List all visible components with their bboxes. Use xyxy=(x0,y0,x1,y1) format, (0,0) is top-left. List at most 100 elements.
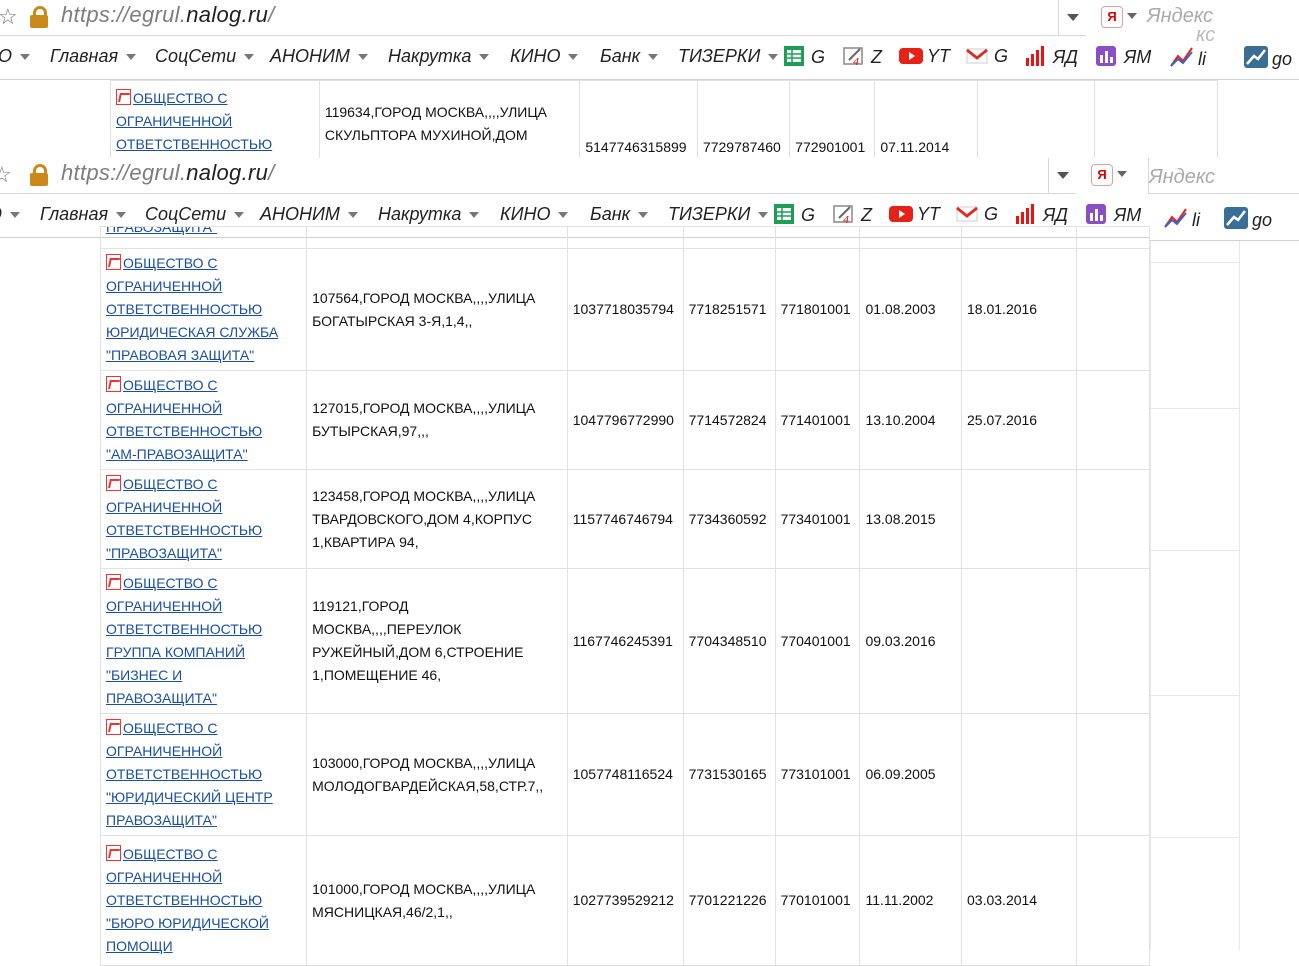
bookmark-folder[interactable]: Банк xyxy=(600,46,659,67)
company-link[interactable]: ОБЩЕСТВО С xyxy=(123,255,218,271)
company-link[interactable]: "БЮРО ЮРИДИЧЕСКОЙ xyxy=(106,915,269,931)
company-link[interactable]: ОТВЕТСТВЕННОСТЬЮ xyxy=(106,522,262,538)
url-history-dropdown[interactable] xyxy=(1058,0,1087,35)
company-link[interactable]: ОГРАНИЧЕННОЙ xyxy=(106,499,222,515)
bookmark-folder[interactable]: Банк xyxy=(590,204,649,225)
bookmark-youtube[interactable]: YT xyxy=(889,204,940,225)
pdf-icon[interactable] xyxy=(106,376,121,392)
company-link-line[interactable]: ОГРАНИЧЕННОЙ xyxy=(116,113,232,129)
bookmark-star-icon[interactable]: ☆ xyxy=(0,4,18,30)
bookmark-edit[interactable]: 4Z xyxy=(833,204,872,226)
chevron-down-icon[interactable] xyxy=(1127,13,1137,19)
company-link[interactable]: ОГРАНИЧЕННОЙ xyxy=(106,278,222,294)
pdf-icon[interactable] xyxy=(106,574,121,590)
url-text[interactable]: https://egrul.nalog.ru/ xyxy=(61,160,275,186)
pdf-icon[interactable] xyxy=(116,89,131,105)
company-link[interactable]: ЮРИДИЧЕСКАЯ СЛУЖБА xyxy=(106,324,278,340)
bookmark-folder[interactable]: АНОНИМ xyxy=(260,204,358,225)
bookmark-liveinternet[interactable]: li xyxy=(1170,46,1206,70)
company-link[interactable]: ОГРАНИЧЕННОЙ xyxy=(106,400,222,416)
company-link[interactable]: ГРУППА КОМПАНИЙ xyxy=(106,644,245,660)
chevron-down-icon[interactable] xyxy=(1117,171,1127,177)
bookmark-folder[interactable]: КИНО xyxy=(510,46,579,67)
company-link[interactable]: ОГРАНИЧЕННОЙ xyxy=(106,869,222,885)
company-link[interactable]: ПРАВОЗАЩИТА" xyxy=(106,812,217,828)
bookmark-label: G xyxy=(811,47,826,67)
bar-chart-icon xyxy=(1025,46,1047,66)
company-link[interactable]: ОБЩЕСТВО С xyxy=(123,377,218,393)
bookmark-folder[interactable]: О xyxy=(0,46,31,67)
bookmark-folder[interactable]: ТИЗЕРКИ xyxy=(678,46,779,67)
pdf-icon[interactable] xyxy=(106,254,121,270)
search-box[interactable]: Я xyxy=(1087,158,1150,193)
bookmark-star-icon[interactable]: ☆ xyxy=(0,162,12,188)
bookmark-analytics[interactable]: go xyxy=(1224,207,1272,231)
company-link[interactable]: "ПРАВОВАЯ ЗАЩИТА" xyxy=(106,347,254,363)
company-link[interactable]: ОБЩЕСТВО С xyxy=(133,90,228,106)
bookmark-folder[interactable]: Накрутка xyxy=(388,46,490,67)
bookmark-folder[interactable]: Накрутка xyxy=(378,204,480,225)
company-link[interactable]: ОТВЕТСТВЕННОСТЬЮ xyxy=(106,301,262,317)
bookmark-metrika[interactable]: ЯМ xyxy=(1086,204,1141,226)
pdf-icon[interactable] xyxy=(106,845,121,861)
address-bar[interactable]: ☆ https://egrul.nalog.ru/ xyxy=(0,158,1076,194)
bookmark-folder[interactable]: ТИЗЕРКИ xyxy=(668,204,769,225)
extra-cell xyxy=(1076,568,1150,714)
inn-cell: 7731530165 xyxy=(682,713,776,836)
pdf-icon[interactable] xyxy=(106,719,121,735)
bookmark-metrika[interactable]: ЯМ xyxy=(1096,46,1151,68)
gmail-icon xyxy=(966,47,988,67)
bookmark-label: G xyxy=(994,46,1009,66)
bookmark-google-sheets[interactable]: G xyxy=(773,204,815,226)
bookmark-youtube[interactable]: YT xyxy=(899,46,950,67)
address-cell: 123458,ГОРОД МОСКВА,,,,УЛИЦА ТВАРДОВСКОГО… xyxy=(306,469,568,569)
company-link[interactable]: "ЮРИДИЧЕСКИЙ ЦЕНТР xyxy=(106,789,273,805)
bookmark-analytics[interactable]: go xyxy=(1244,46,1292,70)
company-link[interactable]: ОТВЕТСТВЕННОСТЬЮ xyxy=(106,423,262,439)
bookmark-label: КИНО xyxy=(510,46,561,66)
bookmark-bar-chart[interactable]: ЯД xyxy=(1015,204,1068,226)
company-link[interactable]: "ПРАВОЗАЩИТА" xyxy=(106,545,222,561)
pdf-icon[interactable] xyxy=(106,475,121,491)
ogrn-cell: 1057748116524 xyxy=(566,713,684,836)
company-link[interactable]: ОБЩЕСТВО С xyxy=(123,720,218,736)
company-link[interactable]: ОГРАНИЧЕННОЙ xyxy=(106,598,222,614)
bookmark-folder[interactable]: Главная xyxy=(40,204,127,225)
bookmark-google-sheets[interactable]: G xyxy=(783,46,825,68)
company-link[interactable]: ОБЩЕСТВО С xyxy=(123,846,218,862)
kpp-cell: 770401001 xyxy=(774,568,861,714)
bookmark-bar-chart[interactable]: ЯД xyxy=(1025,46,1078,68)
bookmark-folder[interactable]: О xyxy=(0,204,21,225)
company-link[interactable]: ОГРАНИЧЕННОЙ xyxy=(106,743,222,759)
bookmark-folder[interactable]: АНОНИМ xyxy=(270,46,368,67)
bookmark-gmail[interactable]: G xyxy=(966,46,1008,67)
bookmark-edit[interactable]: 4Z xyxy=(843,46,882,68)
company-link[interactable]: ОТВЕТСТВЕННОСТЬЮ xyxy=(106,766,262,782)
bookmark-folder[interactable]: КИНО xyxy=(500,204,569,225)
address-line: БОГАТЫРСКАЯ 3-Я,1,4,, xyxy=(312,312,473,329)
inn-cell: 7734360592 xyxy=(682,469,776,569)
company-link[interactable]: ОБЩЕСТВО С xyxy=(123,476,218,492)
analytics-icon xyxy=(1244,46,1268,68)
company-link[interactable]: ПРАВОЗАЩИТА" xyxy=(106,228,217,236)
bookmark-label: ТИЗЕРКИ xyxy=(678,46,761,66)
bookmark-gmail[interactable]: G xyxy=(956,204,998,225)
bookmark-label: Z xyxy=(861,205,872,225)
company-link[interactable]: ПОМОЩИ xyxy=(106,938,173,954)
bookmark-label: ЯД xyxy=(1043,205,1068,225)
url-history-dropdown[interactable] xyxy=(1048,158,1077,193)
company-link[interactable]: ПРАВОЗАЩИТА" xyxy=(106,690,217,706)
address-bar[interactable]: ☆ https://egrul.nalog.ru/ xyxy=(0,0,1086,36)
bookmark-folder[interactable]: СоцСети xyxy=(155,46,255,67)
bookmark-folder[interactable]: Главная xyxy=(50,46,137,67)
company-link[interactable]: "АМ-ПРАВОЗАЩИТА" xyxy=(106,446,248,462)
url-text[interactable]: https://egrul.nalog.ru/ xyxy=(61,2,275,28)
table-row: ОБЩЕСТВО С ОГРАНИЧЕННОЙ ОТВЕТСТВЕННОСТЬЮ "П… xyxy=(99,469,1150,569)
company-link[interactable]: ОБЩЕСТВО С xyxy=(123,575,218,591)
company-link[interactable]: ОТВЕТСТВЕННОСТЬЮ xyxy=(106,621,262,637)
company-link[interactable]: "БИЗНЕС И xyxy=(106,667,182,683)
company-link[interactable]: ОТВЕТСТВЕННОСТЬЮ xyxy=(106,892,262,908)
company-link-line[interactable]: ОТВЕТСТВЕННОСТЬЮ xyxy=(116,136,272,152)
bookmark-folder[interactable]: СоцСети xyxy=(145,204,245,225)
bookmark-liveinternet[interactable]: li xyxy=(1164,207,1200,231)
